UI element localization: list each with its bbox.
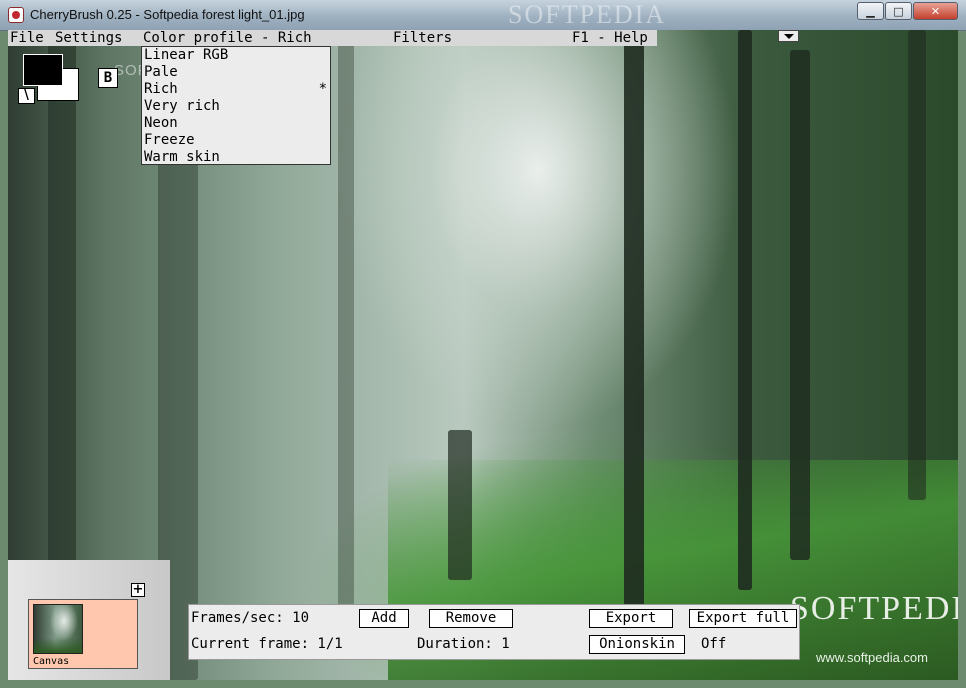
swap-colors-icon[interactable]: \ xyxy=(18,88,35,104)
watermark-softpedia: SOFTPEDIA xyxy=(790,590,958,627)
minimize-button[interactable]: ▁ xyxy=(857,2,884,20)
tree-trunk xyxy=(738,30,752,590)
foreground-color-swatch[interactable] xyxy=(23,54,63,86)
layer-item[interactable]: Canvas xyxy=(28,599,138,669)
menu-help[interactable]: F1 - Help xyxy=(572,30,648,46)
maximize-icon: □ xyxy=(893,4,904,18)
color-profile-option[interactable]: Pale xyxy=(144,64,327,81)
tree-trunk xyxy=(790,50,810,560)
color-profile-option[interactable]: Rich * xyxy=(144,81,327,98)
minimize-icon: ▁ xyxy=(866,4,875,18)
tree-trunk xyxy=(624,30,644,610)
watermark-url: www.softpedia.com xyxy=(816,650,928,665)
tree-trunk xyxy=(338,30,354,630)
menu-color-profile[interactable]: Color profile - Rich xyxy=(143,30,312,46)
duration-label: Duration: 1 xyxy=(417,636,510,652)
onionskin-state: Off xyxy=(701,636,727,652)
b-button[interactable]: B xyxy=(98,68,118,88)
menu-filters[interactable]: Filters xyxy=(393,30,452,46)
layer-label: Canvas xyxy=(33,656,70,667)
menu-bar: File Settings Color profile - Rich Filte… xyxy=(8,30,657,46)
color-profile-option[interactable]: Warm skin xyxy=(144,149,327,166)
layer-thumbnail xyxy=(33,604,83,654)
add-frame-button[interactable]: Add xyxy=(359,609,409,628)
color-profile-option[interactable]: Linear RGB xyxy=(144,47,327,64)
close-button[interactable]: ✕ xyxy=(913,2,958,20)
tree-stump xyxy=(448,430,472,580)
maximize-button[interactable]: □ xyxy=(885,2,912,20)
frames-per-second-label: Frames/sec: 10 xyxy=(191,610,310,626)
selected-marker: * xyxy=(318,81,327,97)
color-profile-dropdown: Linear RGB Pale Rich * Very rich Neon Fre… xyxy=(141,46,331,165)
window-title: CherryBrush 0.25 - Softpedia forest ligh… xyxy=(30,7,305,22)
cherrybrush-app-icon[interactable] xyxy=(8,7,24,23)
tree-trunk xyxy=(908,30,926,500)
title-bar: CherryBrush 0.25 - Softpedia forest ligh… xyxy=(0,0,966,31)
export-full-button[interactable]: Export full xyxy=(689,609,797,628)
chevron-down-icon[interactable] xyxy=(778,30,799,42)
add-layer-icon[interactable]: + xyxy=(131,583,145,597)
menu-settings[interactable]: Settings xyxy=(55,30,122,46)
close-icon: ✕ xyxy=(930,4,941,18)
animation-panel: Frames/sec: 10 Add Remove Export Export … xyxy=(188,604,800,660)
color-profile-option[interactable]: Neon xyxy=(144,115,327,132)
watermark-softpedia-top: SOFTPEDIA xyxy=(508,0,667,29)
onionskin-button[interactable]: Onionskin xyxy=(589,635,685,654)
menu-file[interactable]: File xyxy=(10,30,44,46)
current-frame-label: Current frame: 1/1 xyxy=(191,636,343,652)
export-button[interactable]: Export xyxy=(589,609,673,628)
color-profile-option[interactable]: Very rich xyxy=(144,98,327,115)
color-profile-option[interactable]: Freeze xyxy=(144,132,327,149)
remove-frame-button[interactable]: Remove xyxy=(429,609,513,628)
